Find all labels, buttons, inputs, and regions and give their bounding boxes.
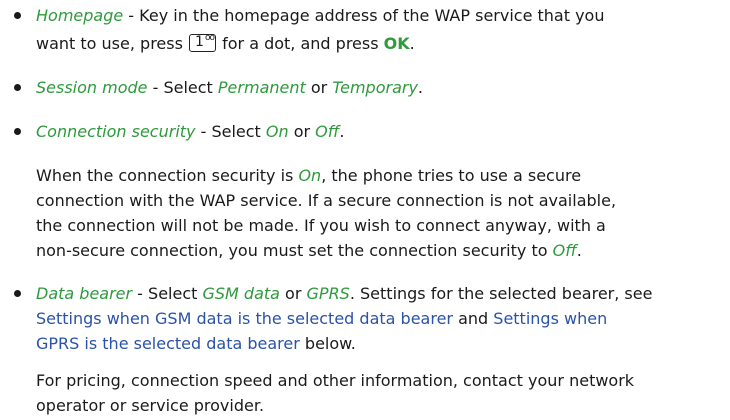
term-homepage: Homepage [36, 6, 124, 25]
homepage-line-2: want to use, press 1 oo for a dot, and pr… [36, 33, 415, 53]
security-paragraph-line-2: connection with the WAP service. If a se… [36, 191, 617, 210]
term-data-bearer: Data bearer [36, 284, 133, 303]
security-paragraph-line-3: the connection will not be made. If you … [36, 216, 606, 235]
pricing-paragraph-line-2: operator or service provider. [36, 396, 265, 415]
term-session-mode: Session mode [36, 78, 148, 97]
bullet [14, 12, 21, 19]
term-connection-security: Connection security [36, 122, 196, 141]
bullet [14, 128, 21, 135]
bullet [14, 290, 21, 297]
data-bearer-line-3: GPRS is the selected data bearer below. [36, 334, 356, 353]
link-gprs-settings-cont[interactable]: GPRS is the selected data bearer [36, 334, 300, 353]
link-gsm-data-settings[interactable]: Settings when GSM data is the selected d… [36, 309, 453, 328]
data-bearer-line-1: Data bearer - Select GSM data or GPRS. S… [36, 284, 653, 303]
pricing-paragraph-line-1: For pricing, connection speed and other … [36, 371, 635, 390]
bullet [14, 84, 21, 91]
key-1-icon: 1 oo [189, 33, 217, 52]
connection-security-line: Connection security - Select On or Off. [36, 122, 345, 141]
homepage-line-1: Homepage - Key in the homepage address o… [36, 6, 605, 25]
link-gprs-settings[interactable]: Settings when [493, 309, 607, 328]
ok-key-label: OK [383, 34, 410, 53]
security-paragraph-line-4: non-secure connection, you must set the … [36, 241, 582, 260]
session-mode-line: Session mode - Select Permanent or Tempo… [36, 78, 424, 97]
security-paragraph-line-1: When the connection security is On, the … [36, 166, 582, 185]
data-bearer-line-2: Settings when GSM data is the selected d… [36, 309, 608, 328]
